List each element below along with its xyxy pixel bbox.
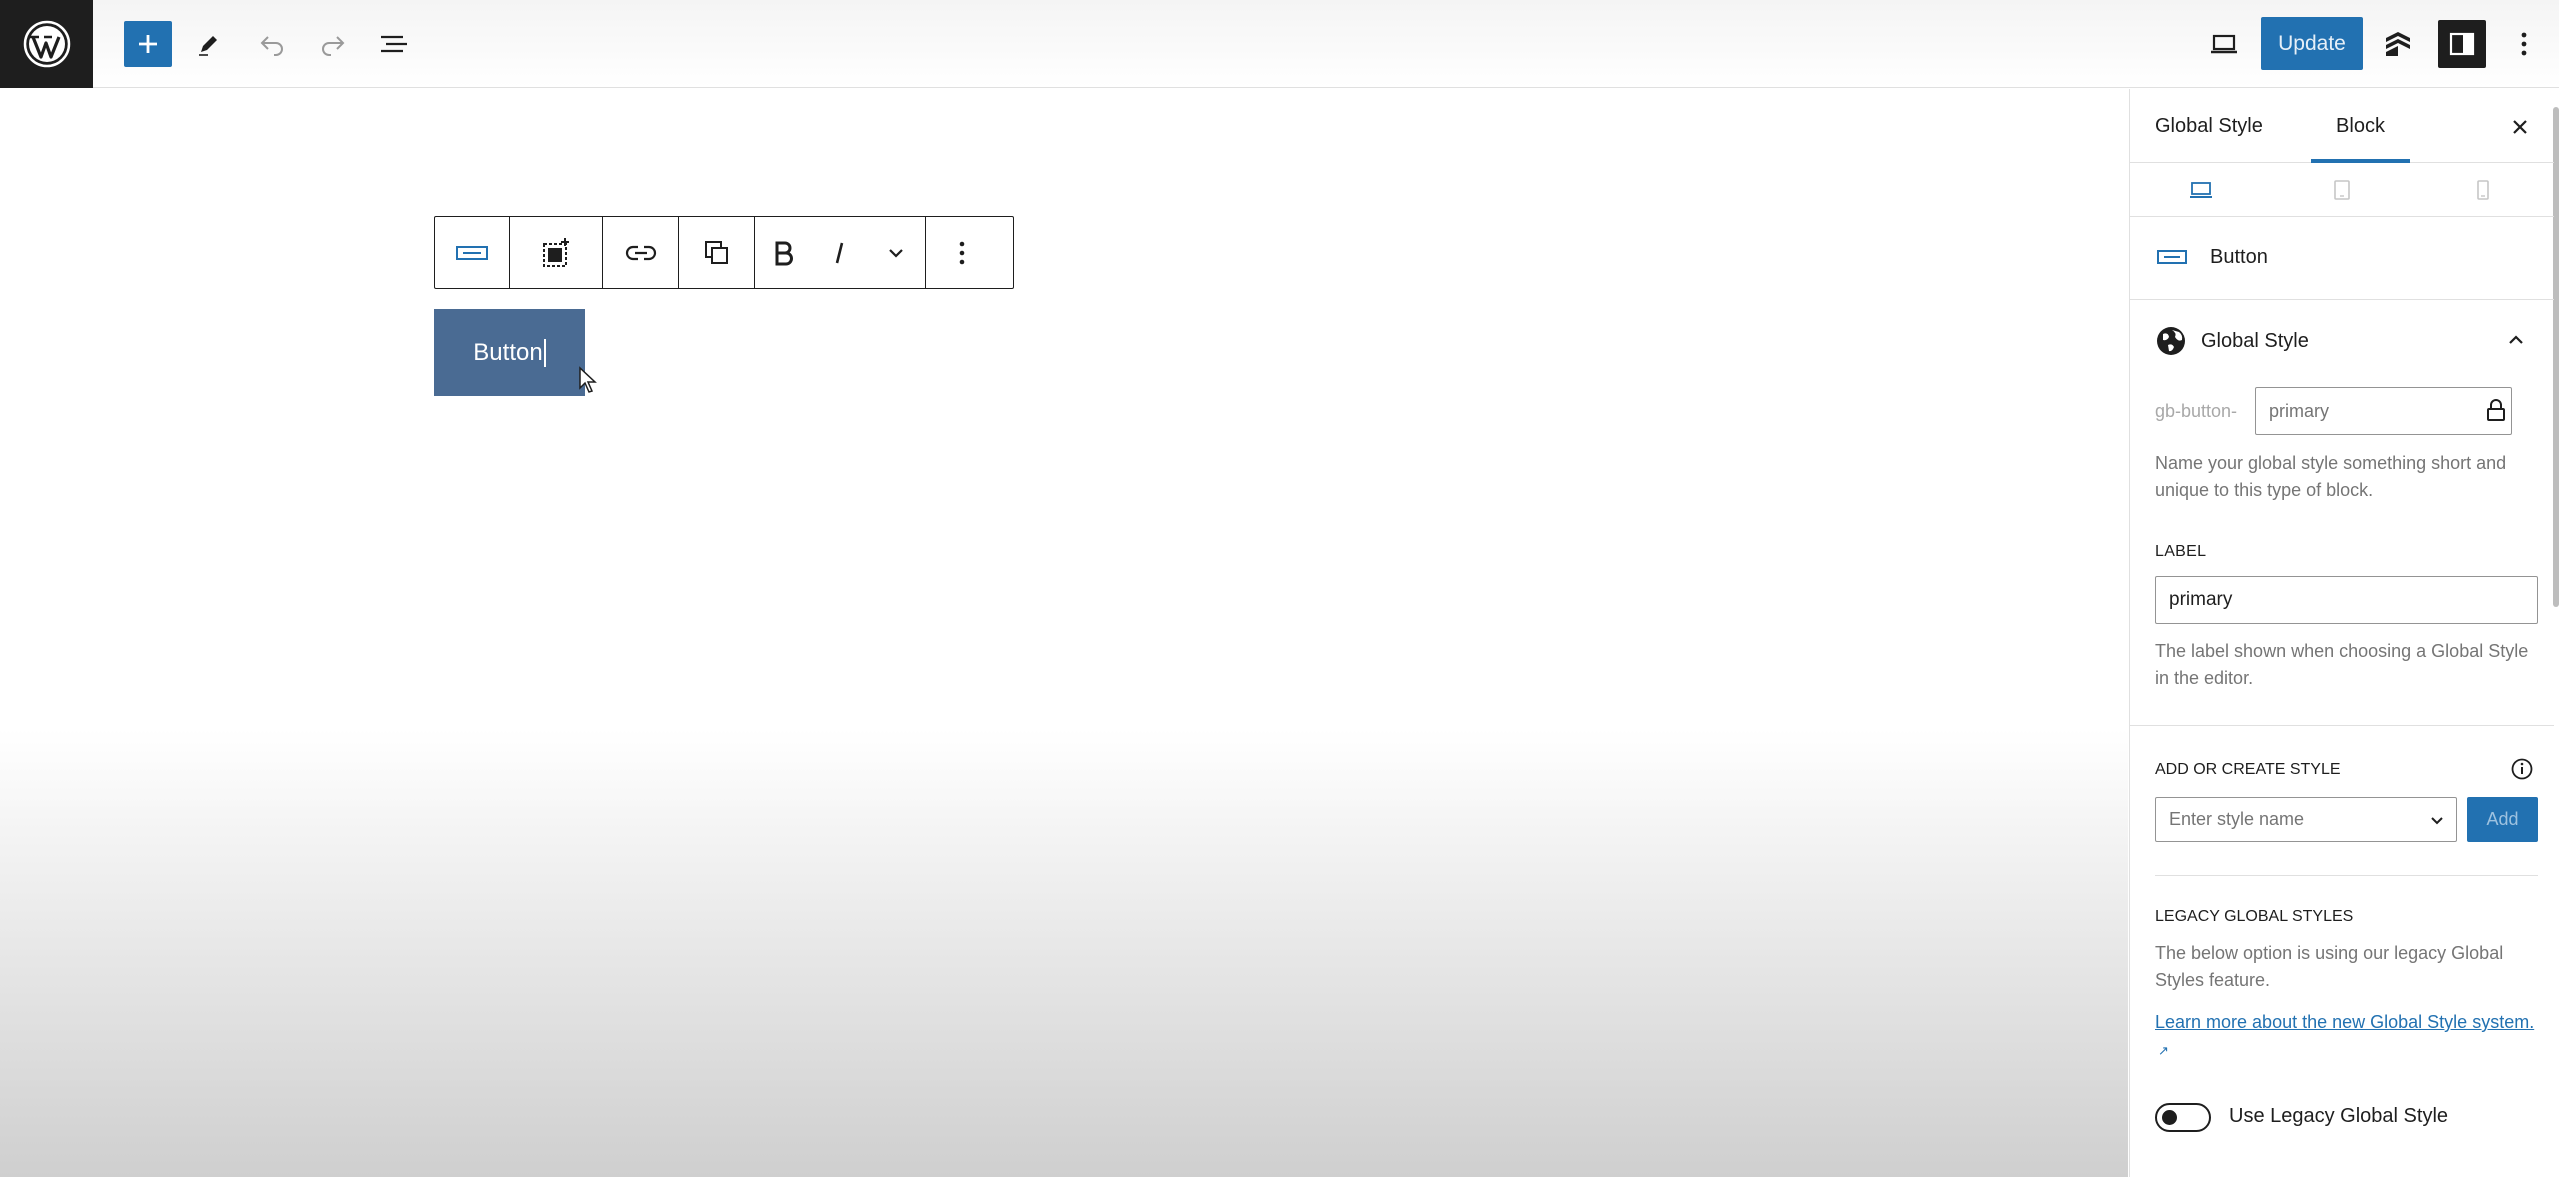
close-sidebar-button[interactable] [2500,107,2540,147]
device-desktop-button[interactable] [2130,163,2271,217]
device-tablet-button[interactable] [2271,163,2412,217]
device-selector [2130,163,2554,217]
add-style-button[interactable]: Add [2467,797,2538,842]
select-parent-button[interactable] [510,217,602,288]
tab-global-style[interactable]: Global Style [2155,89,2263,163]
desktop-preview-icon [2211,34,2237,54]
link-icon [625,245,656,260]
mobile-icon [2476,180,2489,200]
button-block-icon [456,245,488,260]
toggle-knob [2162,1110,2177,1125]
tablet-icon [2333,180,2350,200]
close-icon [2513,120,2527,134]
divider [2155,875,2538,876]
block-card: Button [2130,218,2554,300]
italic-icon [835,242,844,263]
more-formats-button[interactable] [867,217,925,288]
global-style-panel-title: Global Style [2201,330,2309,352]
link-button[interactable] [603,217,678,288]
duplicate-icon [704,240,728,264]
legacy-global-styles-heading: LEGACY GLOBAL STYLES [2155,908,2354,925]
generateblocks-icon [2386,32,2410,56]
options-group [926,217,998,288]
pencil-icon [199,36,217,56]
class-prefix: gb-button- [2155,401,2238,421]
learn-more-link-text[interactable]: Learn more about the new Global Style sy… [2155,1012,2534,1032]
label-heading: LABEL [2155,543,2207,560]
wordpress-logo-button[interactable] [0,0,93,88]
button-block[interactable]: Button [434,309,585,396]
update-button[interactable]: Update [2261,17,2363,70]
block-switcher-group [435,217,510,288]
tools-button[interactable] [187,22,231,66]
italic-button[interactable] [813,217,867,288]
legacy-global-style-toggle[interactable] [2155,1103,2211,1132]
add-or-create-style-heading: ADD OR CREATE STYLE [2155,761,2341,778]
redo-button[interactable] [311,22,355,66]
preview-button[interactable] [2202,22,2246,66]
desktop-icon [2189,182,2212,198]
button-block-icon [2157,250,2187,264]
bold-button[interactable] [755,217,813,288]
info-icon[interactable] [2510,757,2534,781]
label-help: The label shown when choosing a Global S… [2155,641,2529,688]
label-input[interactable] [2155,576,2538,624]
chevron-down-icon [2431,817,2443,825]
more-formats-chevron-icon [889,248,903,258]
plus-icon [139,35,157,53]
block-card-title: Button [2210,246,2268,268]
lock-icon[interactable] [2485,398,2507,422]
vertical-ellipsis-icon [2521,32,2527,56]
editor-canvas[interactable]: Button [0,89,2128,1177]
document-overview-button[interactable] [372,22,416,66]
settings-toggle-button[interactable] [2438,20,2486,68]
options-ellipsis-icon [959,241,965,264]
bold-icon [775,241,793,265]
duplicate-group [679,217,755,288]
options-button[interactable] [2502,22,2546,66]
block-switcher-button[interactable] [435,217,509,288]
button-block-text[interactable]: Button [473,339,542,367]
undo-icon [260,36,283,56]
add-block-button[interactable] [124,21,172,67]
block-toolbar [434,216,1014,289]
mouse-cursor-icon [579,366,597,393]
text-caret [543,338,546,367]
format-group [755,217,926,288]
sidebar-toggle-icon [2449,32,2475,56]
tab-block[interactable]: Block [2311,89,2410,163]
redo-icon [322,36,345,56]
duplicate-button[interactable] [679,217,754,288]
global-style-name-help: Name your global style something short a… [2155,453,2507,500]
legacy-global-style-toggle-label[interactable]: Use Legacy Global Style [2229,1105,2448,1128]
legacy-global-styles-help: The below option is using our legacy Glo… [2155,943,2504,990]
divider [2130,725,2554,726]
global-style-name-input[interactable] [2255,387,2512,435]
globe-icon [2157,327,2185,355]
select-parent-icon [543,237,569,267]
settings-sidebar: Global Style Block Button Global Style g… [2129,89,2559,1177]
style-name-select[interactable]: Enter style name [2155,797,2457,842]
learn-more-link[interactable]: Learn more about the new Global Style sy… [2155,1009,2540,1064]
parent-group [510,217,603,288]
chevron-up-icon [2509,335,2523,344]
device-mobile-button[interactable] [2412,163,2553,217]
style-name-select-placeholder: Enter style name [2169,809,2305,829]
external-link-icon: ↗ [2158,1043,2169,1058]
link-group [603,217,679,288]
wordpress-logo-icon [23,20,70,68]
block-options-button[interactable] [926,217,998,288]
sidebar-tabs: Global Style Block [2130,89,2554,163]
list-view-icon [381,35,407,53]
undo-button[interactable] [250,22,294,66]
generateblocks-button[interactable] [2376,22,2420,66]
global-style-panel-toggle[interactable]: Global Style [2130,301,2554,381]
editor-top-bar: Update [0,0,2559,88]
